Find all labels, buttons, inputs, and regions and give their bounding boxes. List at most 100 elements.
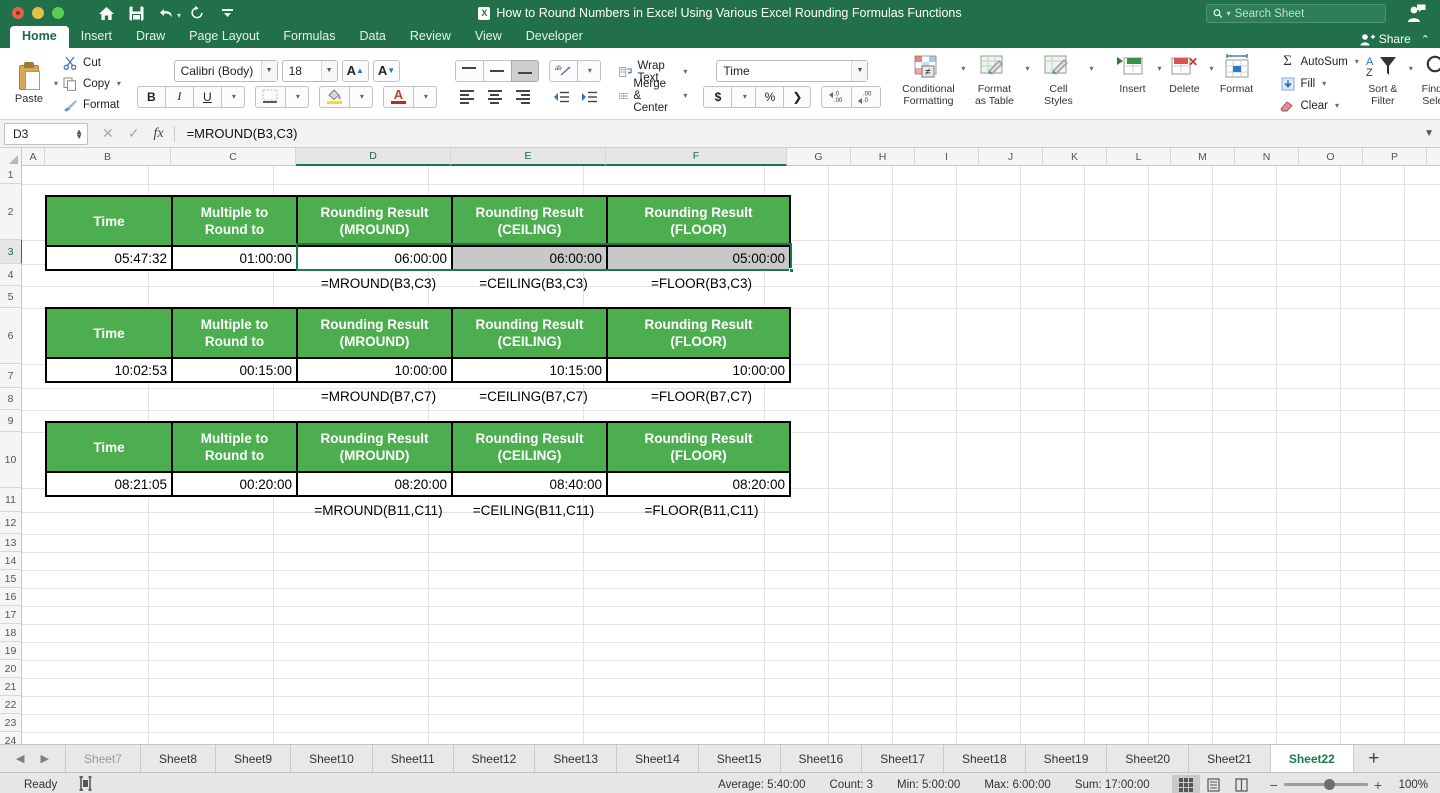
tab-data[interactable]: Data — [347, 26, 397, 48]
select-all-button[interactable] — [0, 148, 22, 166]
column-header-L[interactable]: L — [1107, 148, 1171, 166]
merge-center-button[interactable]: Merge & Center ▾ — [619, 78, 687, 114]
copy-button[interactable]: Copy ▾ — [62, 74, 121, 93]
sheet-tab-sheet13[interactable]: Sheet13 — [535, 745, 618, 772]
comma-style-button[interactable]: ❯ — [783, 85, 812, 108]
cancel-edit-icon[interactable]: ✕ — [102, 125, 114, 142]
sheet-tab-sheet11[interactable]: Sheet11 — [372, 745, 454, 772]
orientation-button[interactable]: ab — [548, 59, 577, 82]
format-cells-button[interactable]: Format — [1214, 48, 1260, 119]
share-button[interactable]: Share — [1360, 32, 1411, 46]
sheet-tab-sheet21[interactable]: Sheet21 — [1189, 745, 1271, 772]
fill-color-button[interactable] — [318, 85, 349, 108]
fill-color-dropdown-icon[interactable]: ▾ — [348, 85, 373, 108]
row-header-13[interactable]: 13 — [0, 534, 21, 552]
currency-dropdown-icon[interactable]: ▾ — [731, 85, 756, 108]
expand-formula-bar-icon[interactable]: ▼ — [1424, 128, 1434, 139]
row-header-15[interactable]: 15 — [0, 570, 21, 588]
increase-font-size-button[interactable]: A ▲ — [341, 59, 369, 82]
cut-button[interactable]: Cut — [62, 53, 121, 72]
cell-F11[interactable]: 08:20:00 — [608, 473, 789, 495]
font-family-dropdown-icon[interactable]: ▼ — [260, 60, 277, 81]
number-format-combo[interactable]: Time ▼ — [716, 59, 869, 82]
row-header-20[interactable]: 20 — [0, 660, 21, 678]
font-color-dropdown-icon[interactable]: ▾ — [412, 85, 437, 108]
row-header-17[interactable]: 17 — [0, 606, 21, 624]
align-center-button[interactable] — [481, 86, 509, 108]
cell-canvas[interactable]: Time Multiple to Round to Rounding Result… — [22, 166, 1440, 744]
column-header-N[interactable]: N — [1235, 148, 1299, 166]
row-header-7[interactable]: 7 — [0, 364, 21, 388]
column-header-P[interactable]: P — [1363, 148, 1427, 166]
row-header-6[interactable]: 6 — [0, 308, 21, 364]
font-family-combo[interactable]: Calibri (Body) ▼ — [173, 59, 278, 82]
insert-cells-button[interactable]: Insert — [1109, 48, 1155, 119]
save-icon[interactable] — [122, 2, 150, 24]
borders-dropdown-icon[interactable]: ▾ — [284, 85, 309, 108]
page-layout-view-button[interactable] — [1200, 775, 1228, 793]
cell-E7[interactable]: 10:15:00 — [453, 359, 608, 381]
sheet-tab-sheet17[interactable]: Sheet17 — [862, 745, 944, 772]
align-middle-button[interactable] — [482, 59, 511, 82]
column-header-I[interactable]: I — [915, 148, 979, 166]
bold-button[interactable]: B — [136, 85, 165, 108]
search-dropdown-icon[interactable]: ▾ — [1227, 9, 1231, 18]
column-header-H[interactable]: H — [851, 148, 915, 166]
align-right-button[interactable] — [509, 86, 537, 108]
decrease-indent-button[interactable] — [547, 86, 575, 108]
decrease-decimal-button[interactable]: .00.0 — [851, 85, 882, 108]
format-painter-button[interactable]: Format — [62, 95, 121, 114]
sheet-tab-sheet14[interactable]: Sheet14 — [617, 745, 699, 772]
page-break-view-button[interactable] — [1228, 775, 1256, 793]
sheet-tab-sheet10[interactable]: Sheet10 — [291, 745, 373, 772]
find-select-button[interactable]: Find &Select — [1413, 48, 1440, 119]
search-input[interactable] — [1234, 7, 1379, 20]
sheet-tab-sheet12[interactable]: Sheet12 — [453, 745, 536, 772]
orientation-dropdown-icon[interactable]: ▾ — [576, 59, 601, 82]
column-header-K[interactable]: K — [1043, 148, 1107, 166]
italic-button[interactable]: I — [164, 85, 193, 108]
formula-input[interactable] — [186, 126, 1425, 141]
row-header-8[interactable]: 8 — [0, 388, 21, 410]
selection-fill-handle[interactable] — [789, 268, 794, 273]
increase-decimal-button[interactable]: .0.00 — [821, 85, 852, 108]
sort-filter-button[interactable]: AZ Sort & Filter — [1359, 48, 1407, 119]
cell-C11[interactable]: 00:20:00 — [173, 473, 298, 495]
sheet-tab-sheet19[interactable]: Sheet19 — [1025, 745, 1108, 772]
tab-formulas[interactable]: Formulas — [271, 26, 347, 48]
cell-D7[interactable]: 10:00:00 — [298, 359, 453, 381]
row-header-18[interactable]: 18 — [0, 624, 21, 642]
name-box[interactable]: D3 ▲ ▼ — [4, 122, 88, 145]
next-sheet-icon[interactable]: ▶ — [40, 752, 48, 765]
tab-developer[interactable]: Developer — [514, 26, 595, 48]
row-header-5[interactable]: 5 — [0, 286, 21, 308]
cell-E11[interactable]: 08:40:00 — [453, 473, 608, 495]
sheet-tab-sheet20[interactable]: Sheet20 — [1107, 745, 1190, 772]
column-header-C[interactable]: C — [171, 148, 296, 166]
zoom-in-button[interactable]: + — [1374, 777, 1382, 793]
cell-B11[interactable]: 08:21:05 — [47, 473, 173, 495]
row-header-10[interactable]: 10 — [0, 432, 21, 488]
fill-button[interactable]: Fill ▾ — [1280, 74, 1359, 93]
paste-button[interactable]: Paste — [6, 62, 52, 105]
autosum-button[interactable]: Σ AutoSum ▾ — [1280, 52, 1359, 71]
increase-indent-button[interactable] — [575, 86, 603, 108]
decrease-font-size-button[interactable]: A ▼ — [372, 59, 401, 82]
clear-button[interactable]: Clear ▾ — [1280, 96, 1359, 115]
align-top-button[interactable] — [454, 59, 483, 82]
confirm-edit-icon[interactable]: ✓ — [128, 125, 140, 142]
font-color-button[interactable]: A — [382, 85, 413, 108]
row-header-11[interactable]: 11 — [0, 488, 21, 512]
borders-button[interactable] — [254, 85, 285, 108]
row-header-3[interactable]: 3 — [0, 240, 23, 264]
percent-style-button[interactable]: % — [755, 85, 784, 108]
row-header-14[interactable]: 14 — [0, 552, 21, 570]
row-header-21[interactable]: 21 — [0, 678, 21, 696]
row-header-12[interactable]: 12 — [0, 512, 21, 534]
cell-styles-button[interactable]: Cell Styles — [1029, 48, 1087, 119]
cell-C7[interactable]: 00:15:00 — [173, 359, 298, 381]
row-header-23[interactable]: 23 — [0, 714, 21, 732]
tab-page-layout[interactable]: Page Layout — [177, 26, 271, 48]
column-header-F[interactable]: F — [606, 148, 787, 166]
cell-B3[interactable]: 05:47:32 — [47, 247, 173, 269]
